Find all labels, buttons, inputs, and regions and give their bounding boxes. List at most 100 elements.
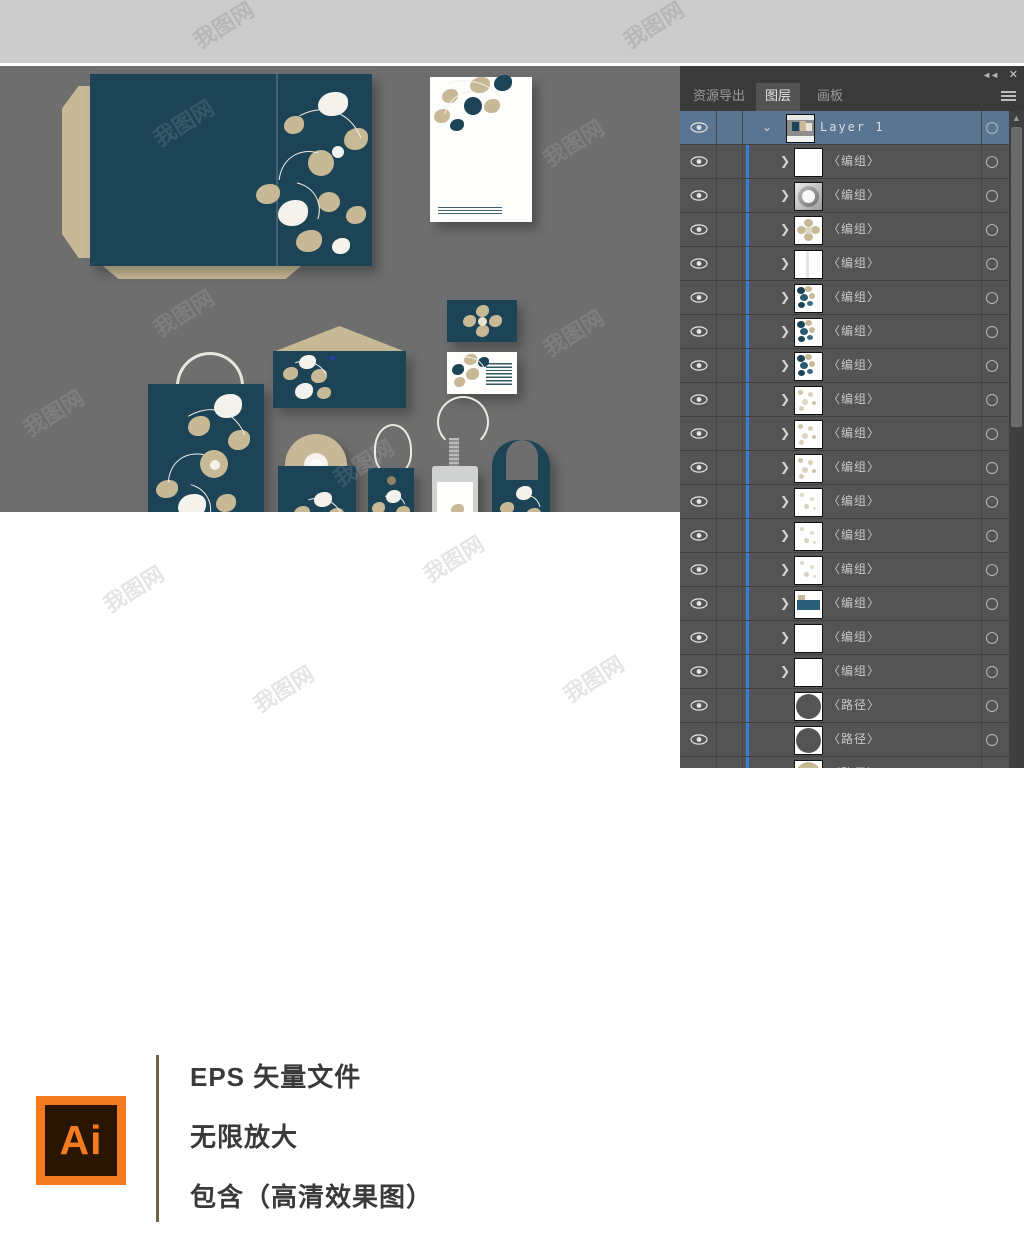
visibility-eye-icon[interactable] [690,394,708,405]
layer-name-label: 〈编组〉 [828,528,881,542]
disclosure-chevron-icon[interactable]: ❯ [780,349,790,382]
visibility-eye-icon[interactable] [690,156,708,167]
visibility-eye-icon[interactable] [690,122,708,133]
disclosure-chevron-icon[interactable]: ❯ [780,587,790,620]
layer-target-circle[interactable] [986,564,998,576]
layer-row[interactable]: ❯ 〈编组〉 [680,383,1024,417]
layer-row[interactable]: 〈路径〉 [680,689,1024,723]
column-divider [742,213,743,246]
disclosure-chevron-icon[interactable]: ❯ [780,281,790,314]
close-icon[interactable]: ✕ [1009,68,1018,81]
disclosure-chevron-icon[interactable]: ❯ [780,417,790,450]
column-divider [716,179,717,212]
visibility-eye-icon[interactable] [690,258,708,269]
layer-row[interactable]: ❯ 〈编组〉 [680,145,1024,179]
layer-row[interactable]: 〈路径〉 [680,757,1024,768]
disclosure-chevron-icon[interactable]: ❯ [780,179,790,212]
indent-marker [746,553,749,586]
layer-row[interactable]: ❯ 〈编组〉 [680,315,1024,349]
column-divider [981,315,982,348]
visibility-eye-icon[interactable] [690,496,708,507]
layer-target-circle[interactable] [986,156,998,168]
layer-row[interactable]: ❯ 〈编组〉 [680,213,1024,247]
layer-target-circle[interactable] [986,394,998,406]
layer-target-circle[interactable] [986,360,998,372]
panel-menu-icon[interactable] [1001,91,1016,102]
mockup-letterhead [428,72,532,222]
layer-row[interactable]: ❯ 〈编组〉 [680,519,1024,553]
tab-artboards[interactable]: 画板 [808,83,852,111]
layer-target-circle[interactable] [986,530,998,542]
layer-row[interactable]: ❯ 〈编组〉 [680,621,1024,655]
visibility-eye-icon[interactable] [690,190,708,201]
layer-target-circle[interactable] [986,258,998,270]
disclosure-chevron-icon[interactable]: ⌄ [762,111,772,144]
layer-row[interactable]: ❯ 〈编组〉 [680,553,1024,587]
layer-target-circle[interactable] [986,666,998,678]
layer-row[interactable]: ❯ 〈编组〉 [680,451,1024,485]
layer-row[interactable]: ❯ 〈编组〉 [680,349,1024,383]
visibility-eye-icon[interactable] [690,530,708,541]
disclosure-chevron-icon[interactable]: ❯ [780,485,790,518]
visibility-eye-icon[interactable] [690,360,708,371]
visibility-eye-icon[interactable] [690,462,708,473]
column-divider [716,757,717,768]
disclosure-chevron-icon[interactable]: ❯ [780,383,790,416]
disclosure-chevron-icon[interactable]: ❯ [780,519,790,552]
disclosure-chevron-icon[interactable]: ❯ [780,655,790,688]
layer-target-circle[interactable] [986,734,998,746]
column-divider [981,723,982,756]
layer-name-label: 〈编组〉 [828,188,881,202]
tab-layers[interactable]: 图层 [756,83,801,111]
layer-target-circle[interactable] [986,190,998,202]
layer-target-circle[interactable] [986,122,998,134]
layer-target-circle[interactable] [986,292,998,304]
layer-target-circle[interactable] [986,632,998,644]
layer-target-circle[interactable] [986,224,998,236]
disclosure-chevron-icon[interactable]: ❯ [780,213,790,246]
layer-row[interactable]: ❯ 〈编组〉 [680,587,1024,621]
layer-target-circle[interactable] [986,326,998,338]
layer-row[interactable]: ❯ 〈编组〉 [680,179,1024,213]
layer-target-circle[interactable] [986,462,998,474]
tab-asset-export[interactable]: 资源导出 [684,83,754,111]
layer-row[interactable]: ❯ 〈编组〉 [680,655,1024,689]
layer-thumbnail [794,726,823,755]
disclosure-chevron-icon[interactable]: ❯ [780,145,790,178]
visibility-eye-icon[interactable] [690,428,708,439]
column-divider [716,621,717,654]
visibility-eye-icon[interactable] [690,700,708,711]
illustrator-app-icon: Ai [36,1096,126,1185]
visibility-eye-icon[interactable] [690,224,708,235]
collapse-panel-icon[interactable]: ◄◄ [982,70,999,80]
layer-row[interactable]: ❯ 〈编组〉 [680,281,1024,315]
visibility-eye-icon[interactable] [690,598,708,609]
layer-target-circle[interactable] [986,700,998,712]
visibility-eye-icon[interactable] [690,632,708,643]
layer-row[interactable]: ❯ 〈编组〉 [680,485,1024,519]
layer-row[interactable]: ❯ 〈编组〉 [680,417,1024,451]
disclosure-chevron-icon[interactable]: ❯ [780,621,790,654]
layer-row[interactable]: ❯ 〈编组〉 [680,247,1024,281]
column-divider [742,553,743,586]
visibility-eye-icon[interactable] [690,734,708,745]
visibility-eye-icon[interactable] [690,292,708,303]
layer-list-scrollbar[interactable]: ▲ [1009,111,1024,768]
column-divider [981,451,982,484]
layer-list[interactable]: ⌄ Layer 1 ❯ 〈编组〉 ❯ 〈编组〉 ❯ 〈编组〉 ❯ 〈编组〉 ❯ 〈编组〉 ❯ 〈编组〉 ❯ 〈… [680,111,1024,768]
layer-target-circle[interactable] [986,598,998,610]
layer-row[interactable]: ⌄ Layer 1 [680,111,1024,145]
disclosure-chevron-icon[interactable]: ❯ [780,247,790,280]
disclosure-chevron-icon[interactable]: ❯ [780,553,790,586]
scroll-up-arrow[interactable]: ▲ [1011,113,1022,124]
disclosure-chevron-icon[interactable]: ❯ [780,451,790,484]
visibility-eye-icon[interactable] [690,666,708,677]
layer-target-circle[interactable] [986,496,998,508]
visibility-eye-icon[interactable] [690,326,708,337]
visibility-eye-icon[interactable] [690,564,708,575]
scrollbar-thumb[interactable] [1011,127,1022,427]
indent-marker [746,485,749,518]
disclosure-chevron-icon[interactable]: ❯ [780,315,790,348]
layer-row[interactable]: 〈路径〉 [680,723,1024,757]
layer-target-circle[interactable] [986,428,998,440]
